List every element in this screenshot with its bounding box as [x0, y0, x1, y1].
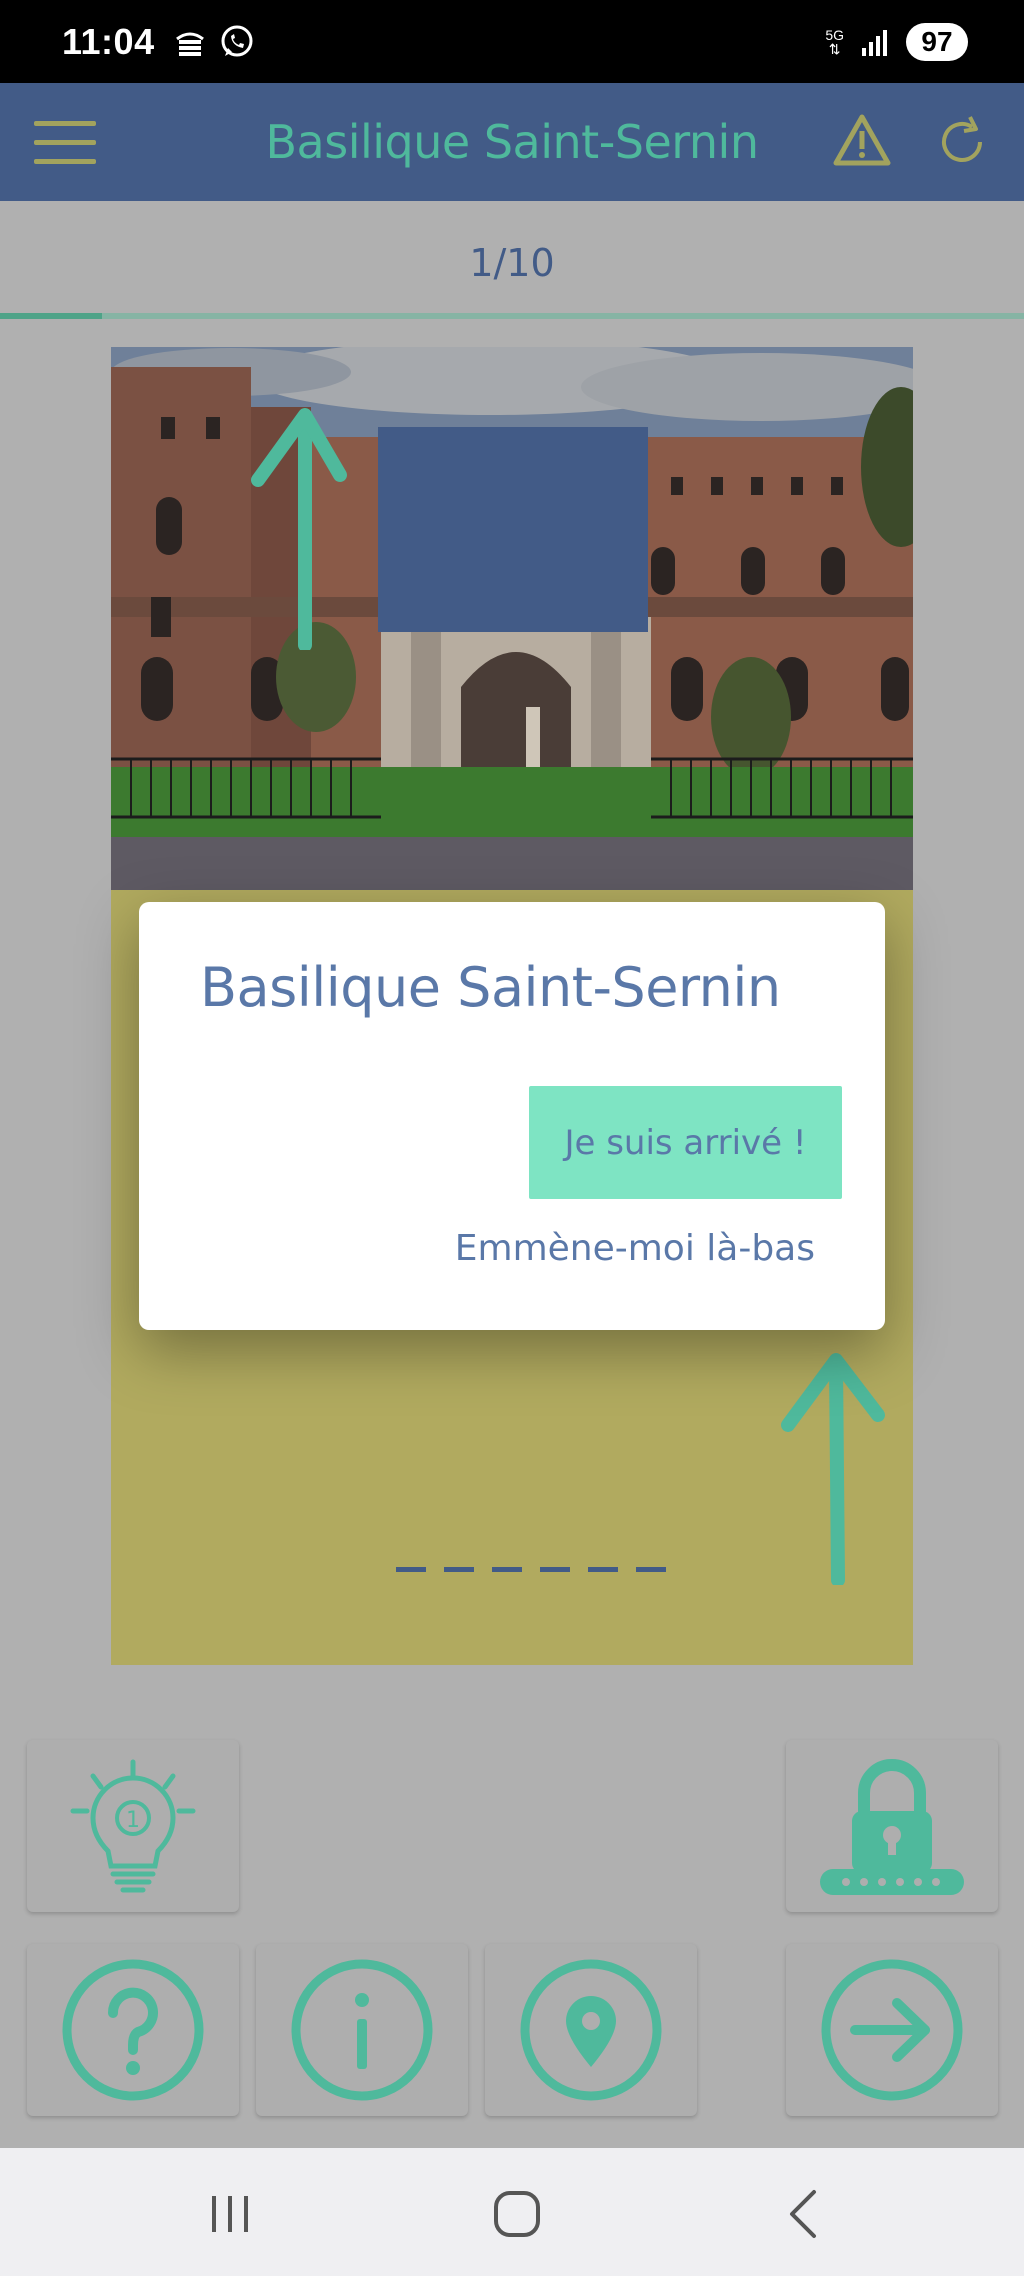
help-button[interactable]	[27, 1944, 239, 2116]
next-button[interactable]	[786, 1944, 998, 2116]
progress-bar	[0, 313, 1024, 319]
status-time: 11:04	[62, 20, 155, 62]
code-lock-button[interactable]	[786, 1740, 998, 1912]
location-button[interactable]	[485, 1944, 697, 2116]
recent-apps-icon[interactable]	[200, 2184, 260, 2244]
navigate-there-link[interactable]: Emmène-moi là-bas	[455, 1228, 815, 1269]
status-notification-icons	[173, 24, 255, 60]
basilica-photo	[111, 347, 913, 890]
svg-text:1: 1	[126, 1808, 140, 1833]
status-bar: 11:04 5G ⇅ 97	[0, 0, 1024, 83]
answer-placeholder[interactable]	[391, 1567, 671, 1572]
tutorial-arrow-up-right	[781, 1353, 885, 1585]
dialog-title: Basilique Saint-Sernin	[200, 956, 781, 1019]
progress-label: 1/10	[469, 241, 555, 285]
signal-icon	[862, 29, 887, 56]
arrived-button[interactable]: Je suis arrivé !	[529, 1086, 842, 1199]
next-arrow-icon	[821, 1959, 963, 2101]
refresh-icon[interactable]	[934, 113, 992, 171]
info-icon	[291, 1959, 433, 2101]
back-icon[interactable]	[774, 2184, 834, 2244]
page-title: Basilique Saint-Sernin	[265, 115, 759, 169]
location-dialog: Basilique Saint-Sernin Je suis arrivé ! …	[139, 902, 885, 1330]
hint-bulb-icon: 1	[70, 1759, 196, 1893]
whatsapp-icon	[221, 25, 253, 56]
help-icon	[62, 1959, 204, 2101]
lock-code-icon	[820, 1759, 964, 1895]
warning-icon[interactable]	[832, 113, 892, 169]
system-nav-bar	[0, 2148, 1024, 2276]
location-pin-icon	[520, 1959, 662, 2101]
hint-button[interactable]: 1	[27, 1740, 239, 1912]
menu-icon[interactable]	[34, 121, 96, 165]
progress-area: 1/10	[0, 201, 1024, 323]
progress-bar-fill	[0, 313, 103, 319]
tutorial-arrow-up-left	[251, 408, 347, 650]
info-button[interactable]	[256, 1944, 468, 2116]
network-type: 5G ⇅	[825, 26, 844, 57]
app-header: Basilique Saint-Sernin	[0, 83, 1024, 201]
data-saver-icon	[175, 32, 204, 56]
home-icon[interactable]	[487, 2184, 547, 2244]
battery-level: 97	[906, 22, 968, 61]
